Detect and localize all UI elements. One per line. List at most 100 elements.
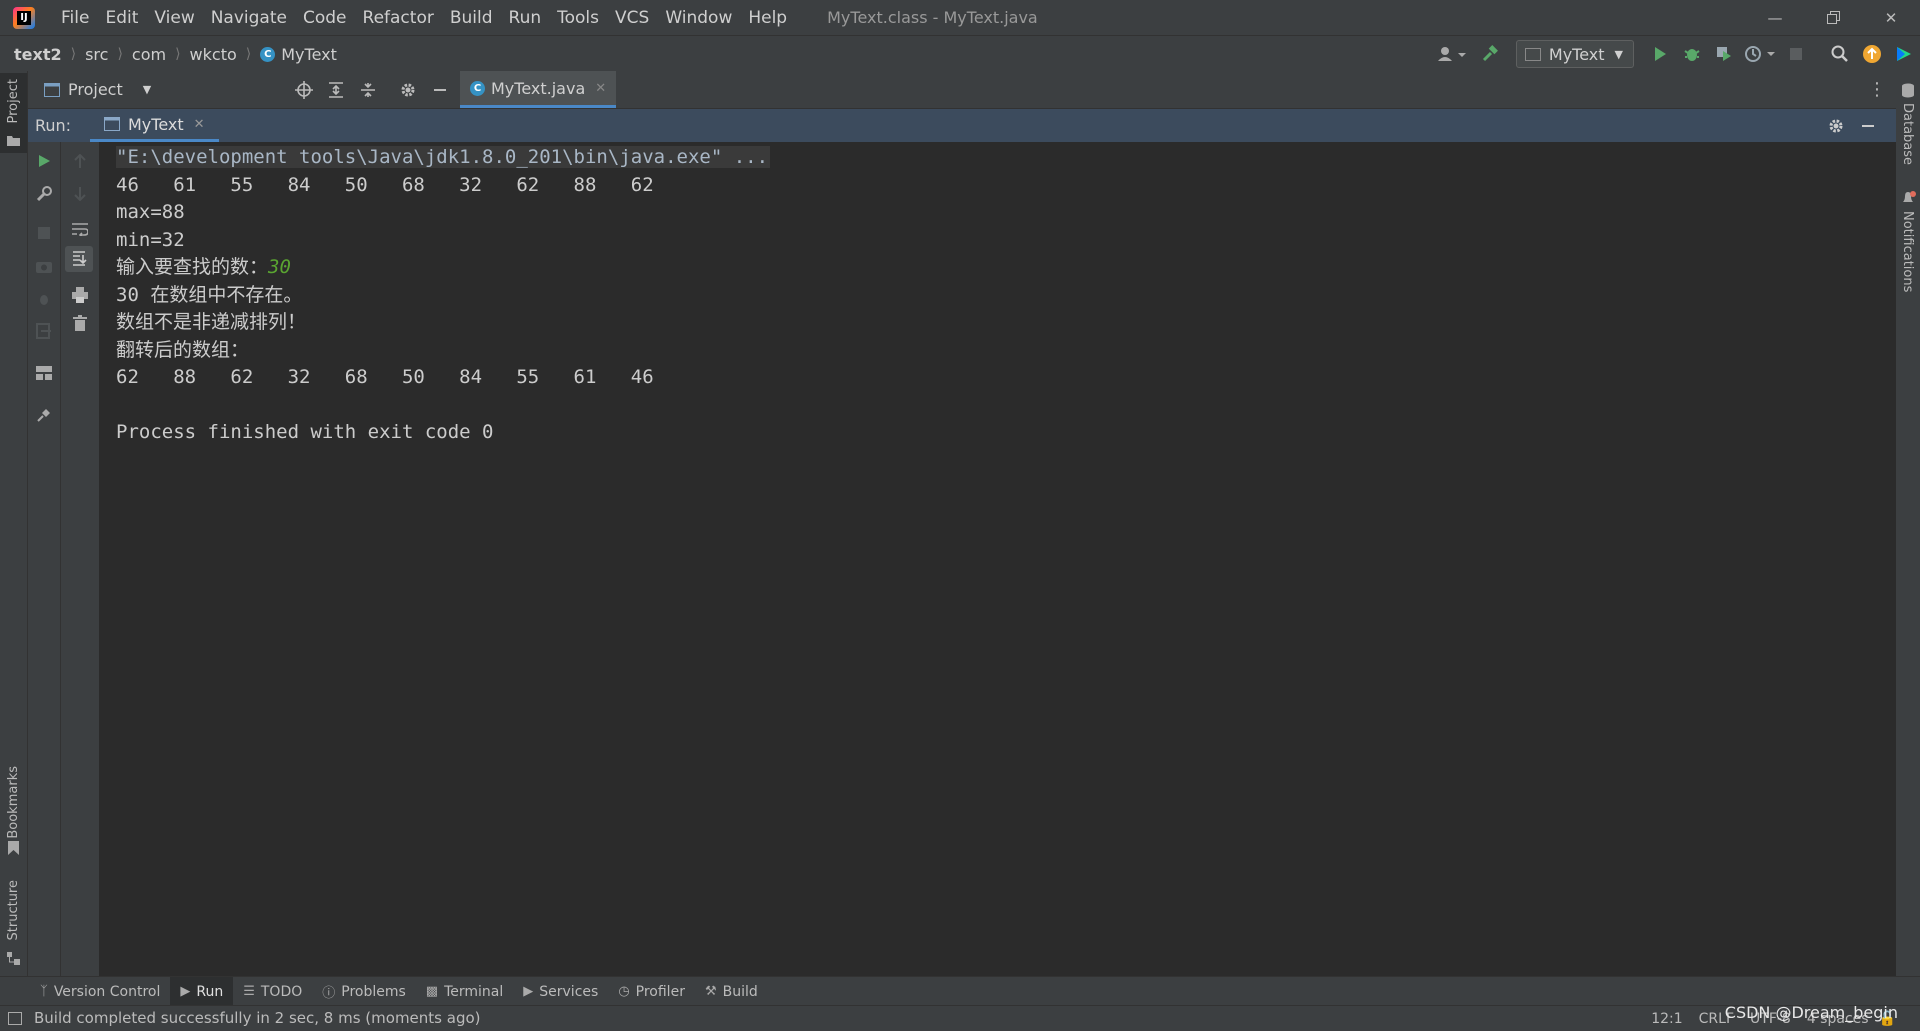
console-line-array: 46 61 55 84 50 68 32 62 88 62 <box>116 174 654 196</box>
notifications-tool-button[interactable]: Notifications <box>1896 189 1920 309</box>
update-icon[interactable] <box>1858 40 1886 68</box>
print-icon[interactable] <box>69 284 91 306</box>
console-line-not-sorted: 数组不是非递减排列！ <box>116 311 307 333</box>
gear-icon[interactable] <box>394 76 422 104</box>
arrow-up-icon[interactable] <box>69 150 91 172</box>
scroll-to-end-icon[interactable] <box>65 246 93 272</box>
tool-windows-icon[interactable] <box>8 1012 22 1025</box>
locate-icon[interactable] <box>290 76 318 104</box>
pin-icon[interactable] <box>33 404 55 426</box>
tool-version-control[interactable]: ᛉ Version Control <box>30 977 170 1006</box>
close-icon[interactable]: ✕ <box>595 81 606 96</box>
bottom-tool-bar: ᛉ Version Control ▶ Run ☰ TODO ⓘ Problem… <box>0 976 1920 1006</box>
breadcrumb-project[interactable]: text2 <box>14 45 62 64</box>
layout-icon[interactable] <box>33 362 55 384</box>
soft-wrap-icon[interactable] <box>69 218 91 240</box>
arrow-down-icon[interactable] <box>69 183 91 205</box>
structure-tool-button[interactable]: Structure <box>0 876 27 971</box>
tool-services-label: Services <box>539 983 599 1000</box>
tool-profiler[interactable]: ◷ Profiler <box>608 977 695 1006</box>
build-hammer-icon[interactable] <box>1476 40 1504 68</box>
tool-problems[interactable]: ⓘ Problems <box>312 977 416 1006</box>
breadcrumb-src[interactable]: src <box>85 45 108 64</box>
project-view-selector[interactable]: Project ▼ <box>44 71 151 108</box>
gear-icon[interactable] <box>1822 112 1850 140</box>
minimize-button[interactable]: — <box>1746 0 1804 35</box>
caret-position[interactable]: 12:1 <box>1651 1011 1682 1027</box>
debug-bug-icon[interactable] <box>33 288 55 310</box>
database-tool-button[interactable]: Database <box>1896 81 1920 181</box>
tool-todo[interactable]: ☰ TODO <box>233 977 312 1006</box>
close-icon[interactable]: ✕ <box>194 117 205 132</box>
run-tab-label: MyText <box>128 114 184 134</box>
project-tool-button[interactable]: Project <box>0 73 27 153</box>
run-configuration-select[interactable]: MyText ▼ <box>1515 40 1634 68</box>
application-icon <box>104 117 120 131</box>
stop-icon[interactable] <box>33 222 55 244</box>
menu-vcs[interactable]: VCS <box>607 8 657 28</box>
tool-run[interactable]: ▶ Run <box>170 977 234 1006</box>
tool-version-control-label: Version Control <box>53 983 161 1000</box>
run-icon[interactable] <box>1646 40 1674 68</box>
menu-refactor[interactable]: Refactor <box>355 8 442 28</box>
menu-navigate[interactable]: Navigate <box>203 8 295 28</box>
menu-help[interactable]: Help <box>740 8 795 28</box>
chevron-right-icon: ⟩ <box>117 46 123 62</box>
notifications-tool-label: Notifications <box>1900 211 1915 293</box>
editor-tab-label: MyText.java <box>491 78 586 98</box>
menu-build[interactable]: Build <box>442 8 501 28</box>
info-icon: ⓘ <box>322 986 336 1001</box>
menu-edit[interactable]: Edit <box>97 8 146 28</box>
menu-code[interactable]: Code <box>295 8 355 28</box>
expand-all-icon[interactable] <box>322 76 350 104</box>
rerun-icon[interactable] <box>33 150 55 172</box>
hide-panel-icon[interactable] <box>426 76 454 104</box>
application-icon <box>1524 47 1541 61</box>
more-options-icon[interactable]: ⋮ <box>1868 79 1886 100</box>
bookmarks-tool-button[interactable]: Bookmarks <box>0 761 27 861</box>
console-line-command: "E:\development tools\Java\jdk1.8.0_201\… <box>116 144 771 171</box>
stop-icon[interactable] <box>1782 40 1810 68</box>
editor-tab-mytext[interactable]: C MyText.java ✕ <box>460 71 617 108</box>
status-message[interactable]: Build completed successfully in 2 sec, 8… <box>34 1006 481 1031</box>
left-tool-stripe: Project Bookmarks Structure <box>0 71 28 976</box>
breadcrumb-com[interactable]: com <box>132 45 166 64</box>
services-icon: ▶ <box>523 984 534 999</box>
tool-terminal[interactable]: ▩ Terminal <box>416 977 513 1006</box>
console-line-max: max=88 <box>116 201 185 223</box>
database-icon <box>1902 83 1914 98</box>
console-output[interactable]: "E:\development tools\Java\jdk1.8.0_201\… <box>100 142 1896 976</box>
menu-window[interactable]: Window <box>657 8 740 28</box>
tool-build[interactable]: ⚒ Build <box>695 977 768 1006</box>
search-icon[interactable] <box>1826 40 1854 68</box>
play-icon: ▶ <box>180 984 191 999</box>
menu-run[interactable]: Run <box>501 8 550 28</box>
breadcrumb: text2 ⟩ src ⟩ com ⟩ wkcto ⟩ C MyText <box>14 45 337 64</box>
run-window-label: Run: <box>35 116 72 135</box>
trash-icon[interactable] <box>69 312 91 334</box>
jetbrains-toolbox-icon[interactable] <box>1890 40 1918 68</box>
breadcrumb-wkcto[interactable]: wkcto <box>190 45 237 64</box>
menu-file[interactable]: File <box>53 8 97 28</box>
structure-icon <box>7 952 20 965</box>
menu-view[interactable]: View <box>146 8 202 28</box>
breadcrumb-class[interactable]: MyText <box>281 45 337 64</box>
tool-todo-label: TODO <box>260 983 303 1000</box>
exit-icon[interactable] <box>33 320 55 342</box>
collapse-all-icon[interactable] <box>354 76 382 104</box>
hide-panel-icon[interactable] <box>1854 112 1882 140</box>
user-icon[interactable] <box>1432 40 1472 68</box>
menu-tools[interactable]: Tools <box>549 8 607 28</box>
coverage-icon[interactable] <box>1710 40 1738 68</box>
wrench-icon[interactable] <box>33 183 55 205</box>
camera-icon[interactable] <box>33 255 55 277</box>
tool-services[interactable]: ▶ Services <box>513 977 608 1006</box>
run-tab-mytext[interactable]: MyText ✕ <box>90 109 219 142</box>
close-window-button[interactable]: ✕ <box>1862 0 1920 35</box>
bookmark-icon <box>8 841 19 855</box>
tool-build-label: Build <box>722 983 758 1000</box>
profile-icon[interactable] <box>1742 40 1778 68</box>
restore-button[interactable] <box>1804 0 1862 35</box>
bookmarks-tool-label: Bookmarks <box>6 766 21 839</box>
debug-icon[interactable] <box>1678 40 1706 68</box>
